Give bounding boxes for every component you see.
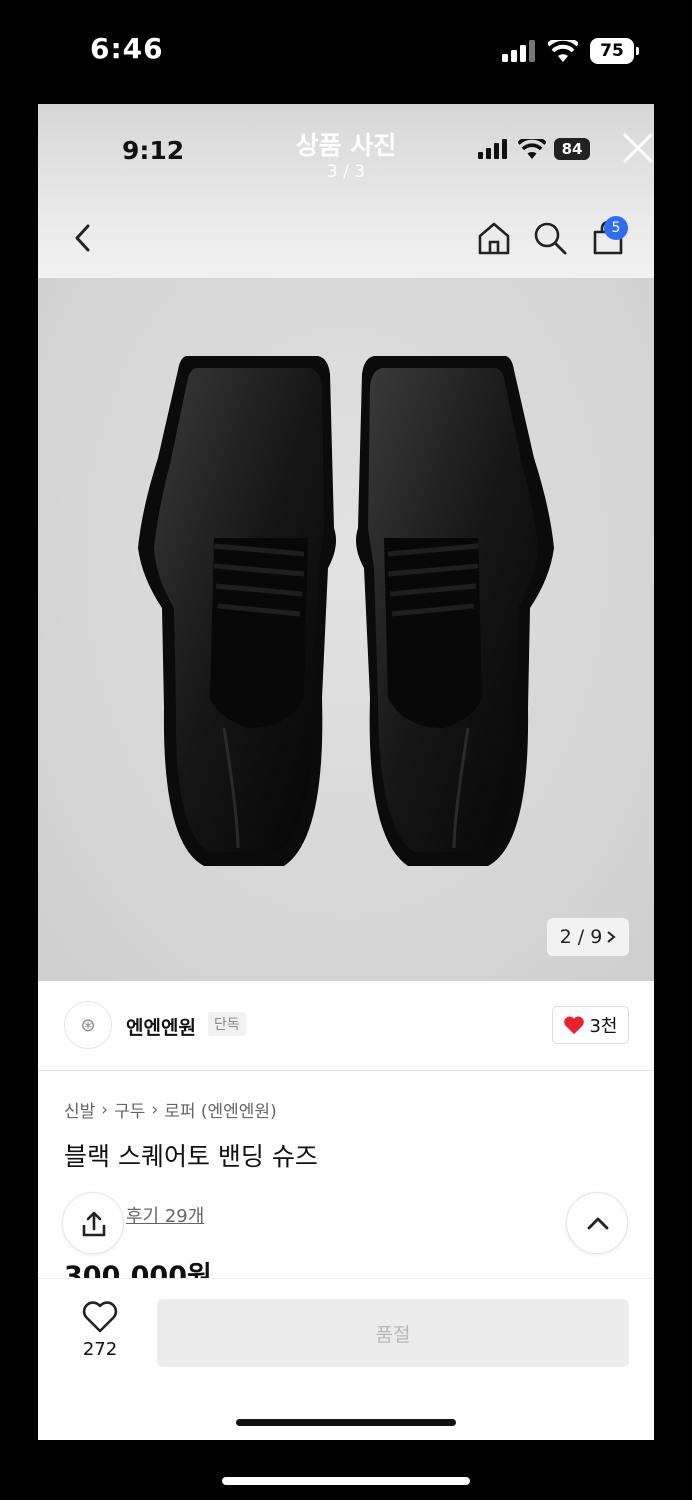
- wifi-icon: [548, 40, 578, 62]
- brand-like-button[interactable]: 3천: [552, 1006, 629, 1044]
- chevron-up-icon: [587, 1217, 609, 1230]
- heart-icon[interactable]: [82, 1301, 118, 1333]
- outer-status-icons: 75: [502, 38, 639, 64]
- outer-status-time: 6:46: [90, 32, 164, 65]
- breadcrumb-separator: ›: [101, 1099, 109, 1120]
- outer-status-bar: 6:46 75: [0, 0, 692, 104]
- home-icon[interactable]: [476, 220, 512, 256]
- sold-out-button[interactable]: 품절: [157, 1299, 629, 1367]
- outer-home-indicator: [222, 1477, 470, 1485]
- bottom-action-bar: 272 품절: [38, 1278, 654, 1440]
- heart-icon: [564, 1016, 585, 1035]
- signal-icon: [502, 40, 535, 62]
- image-counter-text: 2 / 9: [559, 926, 603, 948]
- wifi-icon: [518, 139, 546, 159]
- viewer-page-count: 3 / 3: [326, 162, 366, 182]
- chevron-right-icon: [607, 931, 616, 943]
- left-shoe: [138, 356, 336, 866]
- close-icon[interactable]: [622, 132, 654, 164]
- battery-icon: 84: [554, 138, 590, 160]
- scroll-top-button[interactable]: [566, 1192, 628, 1254]
- inner-status-icons: 84: [478, 138, 590, 160]
- wishlist-count: 272: [82, 1339, 118, 1360]
- screenshot-panel: 9:12 상품 사진 3 / 3 84 5 2 / 9 ⊛ 엔엔엔원 단독 3천…: [38, 104, 654, 1440]
- share-icon: [82, 1211, 106, 1237]
- product-title: 블랙 스퀘어토 밴딩 슈즈: [64, 1142, 318, 1171]
- image-page-counter[interactable]: 2 / 9: [547, 918, 629, 956]
- photo-viewer-header: 9:12 상품 사진 3 / 3 84 5: [38, 104, 654, 278]
- breadcrumb-item[interactable]: 로퍼 (엔엔엔원): [164, 1097, 277, 1122]
- brand-logo[interactable]: ⊛: [64, 1001, 112, 1049]
- brand-name[interactable]: 엔엔엔원: [126, 1013, 196, 1040]
- breadcrumb-item[interactable]: 신발: [64, 1097, 95, 1122]
- signal-icon: [478, 139, 507, 159]
- product-price: 300,000원: [64, 1261, 212, 1280]
- product-image[interactable]: [38, 278, 654, 981]
- brand-row: ⊛ 엔엔엔원 단독 3천: [38, 981, 654, 1071]
- breadcrumb: 신발 › 구두 › 로퍼 (엔엔엔원): [64, 1097, 277, 1123]
- search-icon[interactable]: [532, 220, 568, 256]
- share-button[interactable]: [62, 1192, 124, 1254]
- breadcrumb-separator: ›: [151, 1099, 159, 1120]
- breadcrumb-item[interactable]: 구두: [114, 1097, 145, 1122]
- exclusive-tag: 단독: [208, 1012, 246, 1036]
- back-icon[interactable]: [68, 220, 98, 256]
- product-shoes-image: [138, 356, 554, 866]
- battery-icon: 75: [590, 38, 639, 64]
- cart-count-badge: 5: [604, 216, 628, 240]
- brand-like-count: 3천: [589, 1016, 618, 1037]
- review-link[interactable]: 후기 29개: [126, 1202, 204, 1228]
- inner-home-indicator: [236, 1419, 456, 1426]
- right-shoe: [356, 356, 554, 866]
